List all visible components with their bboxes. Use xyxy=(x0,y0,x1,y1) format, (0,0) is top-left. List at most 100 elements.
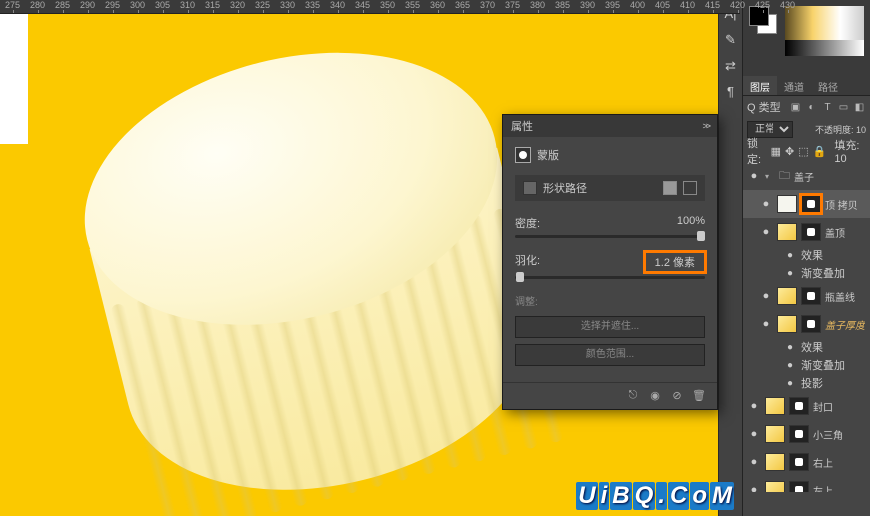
layer-item[interactable]: ● 顶 拷贝 xyxy=(743,190,870,218)
visibility-icon[interactable]: ● xyxy=(759,290,773,302)
folder-icon: 🗀 xyxy=(779,167,790,186)
panel-menu-icon[interactable]: >> xyxy=(702,121,709,131)
kind-label: Q 类型 xyxy=(747,99,781,115)
apply-mask-icon[interactable]: ◉ xyxy=(647,389,663,403)
layer-item[interactable]: ● 左上 xyxy=(743,476,870,492)
density-field: 密度: 100% xyxy=(515,215,705,238)
feather-field: 羽化: 1.2 像素 xyxy=(515,252,705,279)
color-range-button[interactable]: 颜色范围... xyxy=(515,344,705,366)
layer-name[interactable]: 右上 xyxy=(813,455,833,470)
shape-path-label: 形状路径 xyxy=(537,180,663,196)
visibility-icon[interactable]: ● xyxy=(759,318,773,330)
layer-thumb xyxy=(777,223,797,241)
mask-header: 蒙版 xyxy=(515,147,705,163)
layer-item[interactable]: ● 瓶盖线 xyxy=(743,282,870,310)
paragraph-icon[interactable]: ¶ xyxy=(723,84,739,100)
brush-icon[interactable]: ✎ xyxy=(723,32,739,48)
layer-name[interactable]: 盖子 xyxy=(794,169,814,184)
feather-label: 羽化: xyxy=(515,252,540,272)
opacity-label[interactable]: 不透明度: 10 xyxy=(815,123,866,136)
layer-name[interactable]: 顶 拷贝 xyxy=(825,197,858,212)
mask-icon xyxy=(515,147,531,163)
properties-title: 属性 xyxy=(511,118,533,134)
visibility-icon[interactable]: ● xyxy=(759,198,773,210)
swap-icon[interactable]: ⇄ xyxy=(723,58,739,74)
shape-path-row: 形状路径 xyxy=(515,175,705,201)
layer-thumb xyxy=(765,453,785,471)
lock-label: 锁定: xyxy=(747,135,767,167)
layer-effect[interactable]: ●渐变叠加 xyxy=(743,356,870,374)
layer-thumb xyxy=(777,287,797,305)
color-ramp[interactable] xyxy=(785,6,864,56)
layer-name[interactable]: 盖子厚度 xyxy=(825,317,865,332)
properties-panel: 属性 >> 蒙版 形状路径 密度: 100% 羽化: 1.2 像素 xyxy=(502,114,718,410)
layer-mask-thumb[interactable] xyxy=(801,315,821,333)
layer-mask-thumb[interactable] xyxy=(789,481,809,492)
visibility-icon[interactable]: ● xyxy=(747,428,761,440)
visibility-icon[interactable]: ● xyxy=(747,170,761,182)
lock-artboard-icon[interactable]: ⬚ xyxy=(798,145,808,158)
layer-effect[interactable]: ●投影 xyxy=(743,374,870,392)
layer-item[interactable]: ● 小三角 xyxy=(743,420,870,448)
layer-thumb xyxy=(765,481,785,492)
watermark: UiBQ.CoM xyxy=(576,482,734,510)
lock-all-icon[interactable]: 🔒 xyxy=(813,145,827,158)
tool-sidebar: A| ✎ ⇄ ¶ xyxy=(718,0,742,516)
layer-mask-thumb[interactable] xyxy=(801,287,821,305)
feather-slider[interactable] xyxy=(515,276,705,279)
vector-mask-icon[interactable] xyxy=(683,181,697,195)
horizontal-ruler: 2752802852902953003053103153203253303353… xyxy=(0,0,740,14)
refine-label: 调整: xyxy=(515,293,705,308)
disable-mask-icon[interactable]: ⊘ xyxy=(669,389,685,403)
visibility-icon[interactable]: ● xyxy=(747,484,761,492)
layer-mask-thumb[interactable] xyxy=(801,223,821,241)
fill-label[interactable]: 填充: 10 xyxy=(834,137,866,165)
layer-mask-thumb[interactable] xyxy=(789,425,809,443)
filter-pixel-icon[interactable]: ▣ xyxy=(789,101,802,114)
layer-mask-thumb[interactable] xyxy=(789,453,809,471)
layer-effect[interactable]: ●渐变叠加 xyxy=(743,264,870,282)
layer-effect[interactable]: ●效果 xyxy=(743,338,870,356)
filter-adjust-icon[interactable]: ◐ xyxy=(805,101,818,114)
select-and-mask-button[interactable]: 选择并遮住... xyxy=(515,316,705,338)
layer-item[interactable]: ● 右上 xyxy=(743,448,870,476)
layer-effect[interactable]: ●效果 xyxy=(743,246,870,264)
layer-item[interactable]: ● 盖顶 xyxy=(743,218,870,246)
layer-name[interactable]: 小三角 xyxy=(813,427,843,442)
tab-layers[interactable]: 图层 xyxy=(743,76,777,95)
layer-name[interactable]: 封口 xyxy=(813,399,833,414)
layer-thumb xyxy=(765,425,785,443)
layer-thumb xyxy=(777,315,797,333)
layer-mask-thumb[interactable] xyxy=(789,397,809,415)
layer-name[interactable]: 盖顶 xyxy=(825,225,845,240)
filter-shape-icon[interactable]: ▭ xyxy=(837,101,850,114)
tab-channels[interactable]: 通道 xyxy=(777,76,811,95)
layer-item[interactable]: ● 封口 xyxy=(743,392,870,420)
density-value[interactable]: 100% xyxy=(677,215,705,231)
layer-thumb xyxy=(777,195,797,213)
density-slider[interactable] xyxy=(515,235,705,238)
tab-paths[interactable]: 路径 xyxy=(811,76,845,95)
visibility-icon[interactable]: ● xyxy=(759,226,773,238)
layer-thumb xyxy=(765,397,785,415)
filter-smart-icon[interactable]: ◧ xyxy=(853,101,866,114)
lock-pixels-icon[interactable]: ▦ xyxy=(771,145,781,158)
link-mask-icon[interactable]: ⎋ xyxy=(625,389,641,403)
pixel-mask-icon[interactable] xyxy=(663,181,677,195)
chevron-down-icon[interactable]: ▾ xyxy=(765,172,775,181)
layer-filter-row: Q 类型 ▣ ◐ T ▭ ◧ xyxy=(743,96,870,118)
layer-mask-thumb[interactable] xyxy=(801,195,821,213)
density-label: 密度: xyxy=(515,215,540,231)
layer-name[interactable]: 左上 xyxy=(813,483,833,493)
path-thumb xyxy=(523,181,537,195)
properties-titlebar[interactable]: 属性 >> xyxy=(503,115,717,137)
lock-position-icon[interactable]: ✥ xyxy=(785,145,794,158)
layer-name[interactable]: 瓶盖线 xyxy=(825,289,855,304)
lock-row: 锁定: ▦ ✥ ⬚ 🔒 填充: 10 xyxy=(743,140,870,162)
delete-mask-icon[interactable]: 🗑 xyxy=(691,389,707,403)
feather-value[interactable]: 1.2 像素 xyxy=(645,252,705,272)
filter-type-icon[interactable]: T xyxy=(821,101,834,114)
visibility-icon[interactable]: ● xyxy=(747,456,761,468)
visibility-icon[interactable]: ● xyxy=(747,400,761,412)
layer-item[interactable]: ● 盖子厚度 xyxy=(743,310,870,338)
